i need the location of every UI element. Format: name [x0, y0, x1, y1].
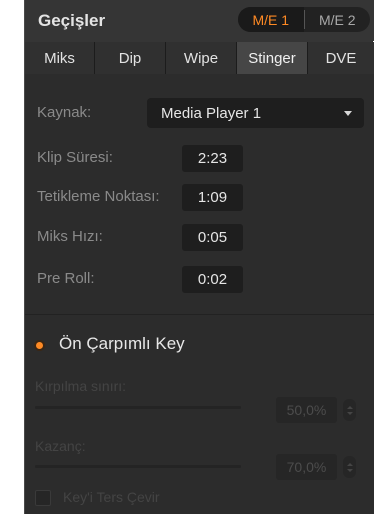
stepper-up-icon [346, 405, 353, 409]
transition-tabs: Miks Dip Wipe Stinger DVE [25, 42, 374, 74]
clip-slider [35, 406, 241, 409]
panel-header: Geçişler M/E 1 M/E 2 [25, 0, 374, 41]
stinger-settings: Kaynak: Media Player 1 Klip Süresi: 2:23… [25, 74, 374, 514]
gain-value-field: 70,0% [276, 454, 337, 480]
source-label: Kaynak: [37, 104, 92, 121]
source-value: Media Player 1 [161, 104, 262, 122]
clip-label: Kırpılma sınırı: [35, 378, 127, 394]
gain-label: Kazanç: [35, 438, 86, 454]
tab-dip[interactable]: Dip [95, 42, 166, 74]
tab-dve[interactable]: DVE [308, 42, 374, 74]
radio-selected-icon[interactable] [36, 342, 43, 349]
me1-button[interactable]: M/E 1 [238, 7, 304, 32]
chevron-down-icon [344, 111, 352, 116]
mix-rate-field[interactable]: 0:05 [182, 224, 243, 251]
trigger-point-label: Tetikleme Noktası: [37, 188, 160, 205]
stepper-down-icon [346, 468, 353, 472]
transitions-panel: Geçişler M/E 1 M/E 2 Miks Dip Wipe Sting… [24, 0, 374, 514]
premultiplied-key-label[interactable]: Ön Çarpımlı Key [59, 334, 185, 354]
invert-key-label: Key'i Ters Çevir [63, 489, 160, 505]
trigger-point-field[interactable]: 1:09 [182, 184, 243, 211]
pre-roll-label: Pre Roll: [37, 270, 95, 287]
clip-value-field: 50,0% [276, 397, 337, 423]
panel-title: Geçişler [38, 11, 106, 30]
key-settings: Ön Çarpımlı Key Kırpılma sınırı: 50,0% K… [25, 315, 374, 514]
gain-slider [35, 465, 241, 468]
mix-rate-label: Miks Hızı: [37, 228, 103, 245]
tab-stinger[interactable]: Stinger [237, 42, 308, 74]
pre-roll-field[interactable]: 0:02 [182, 266, 243, 293]
source-select[interactable]: Media Player 1 [147, 98, 364, 128]
me2-button[interactable]: M/E 2 [305, 7, 371, 32]
stepper-down-icon [346, 411, 353, 415]
checkbox-icon [35, 490, 51, 506]
clip-duration-field[interactable]: 2:23 [182, 145, 243, 172]
tab-wipe[interactable]: Wipe [166, 42, 237, 74]
clip-duration-label: Klip Süresi: [37, 149, 113, 166]
stepper-up-icon [346, 462, 353, 466]
tab-miks[interactable]: Miks [25, 42, 95, 74]
gain-stepper-icon [343, 456, 356, 478]
clip-stepper-icon [343, 399, 356, 421]
me-selector: M/E 1 M/E 2 [238, 7, 370, 32]
